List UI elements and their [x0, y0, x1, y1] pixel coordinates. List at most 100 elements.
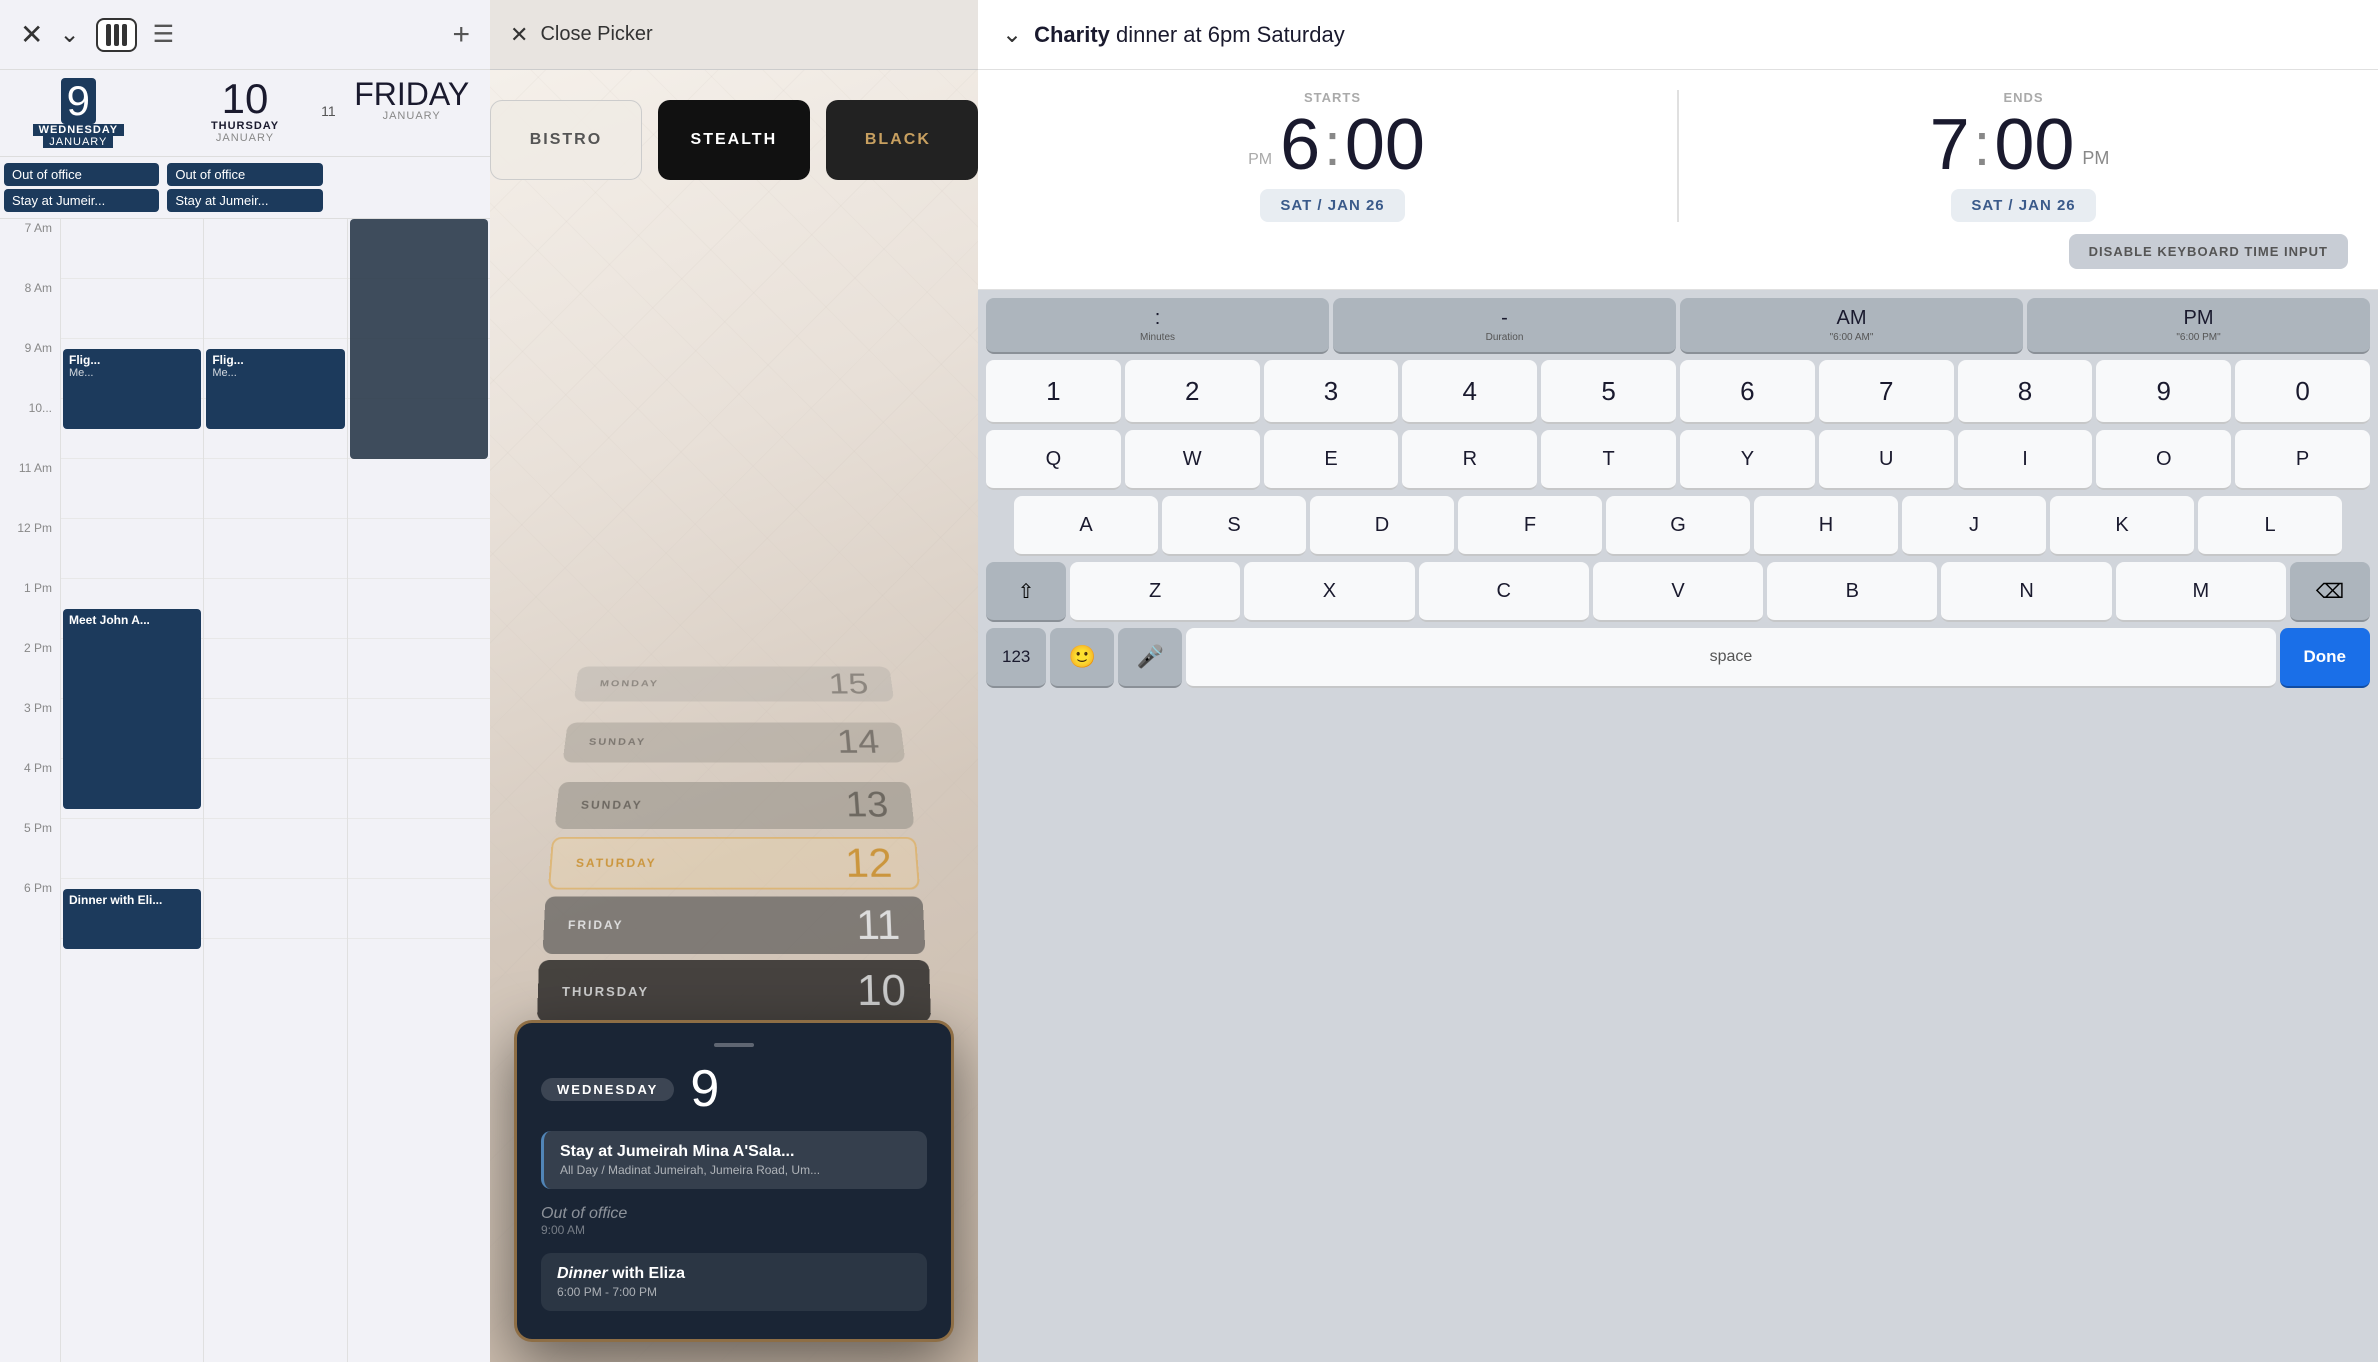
- key-i[interactable]: I: [1958, 430, 2093, 490]
- key-7[interactable]: 7: [1819, 360, 1954, 424]
- wed-day-number: 9: [690, 1063, 719, 1115]
- space-key[interactable]: space: [1186, 628, 2275, 688]
- detail-chevron[interactable]: ⌄: [1002, 20, 1022, 49]
- key-3[interactable]: 3: [1264, 360, 1399, 424]
- flight-event-thu[interactable]: Flig... Me...: [206, 349, 344, 429]
- key-k[interactable]: K: [2050, 496, 2194, 556]
- theme-bistro[interactable]: BISTRO: [490, 100, 642, 180]
- key-dash-main: -: [1501, 307, 1508, 330]
- calendar-toolbar: ✕ ⌄ ☰ +: [0, 0, 490, 70]
- done-key[interactable]: Done: [2280, 628, 2371, 688]
- dinner-event-card[interactable]: Dinner with Eliza 6:00 PM - 7:00 PM: [541, 1253, 927, 1311]
- day-header-wed[interactable]: 9 WEDNESDAY JANUARY: [0, 70, 157, 152]
- key-x[interactable]: X: [1244, 562, 1414, 622]
- key-a[interactable]: A: [1014, 496, 1158, 556]
- key-p[interactable]: P: [2235, 430, 2370, 490]
- event-detail-title: Charity dinner at 6pm Saturday: [1034, 22, 1345, 48]
- key-mic[interactable]: 🎤: [1118, 628, 1182, 688]
- key-u[interactable]: U: [1819, 430, 1954, 490]
- key-y[interactable]: Y: [1680, 430, 1815, 490]
- disable-keyboard-button[interactable]: DISABLE KEYBOARD TIME INPUT: [2069, 234, 2348, 269]
- key-f[interactable]: F: [1458, 496, 1602, 556]
- close-button[interactable]: ✕: [20, 21, 43, 49]
- day-header-thu[interactable]: 10 THURSDAY JANUARY: [167, 70, 324, 152]
- key-j[interactable]: J: [1902, 496, 2046, 556]
- key-s[interactable]: S: [1162, 496, 1306, 556]
- key-o[interactable]: O: [2096, 430, 2231, 490]
- key-r[interactable]: R: [1402, 430, 1537, 490]
- key-b[interactable]: B: [1767, 562, 1937, 622]
- key-9[interactable]: 9: [2096, 360, 2231, 424]
- time-label-6pm: 6 Pm: [0, 879, 60, 939]
- date-tile-14[interactable]: SUNDAY 14: [563, 722, 906, 762]
- ends-date[interactable]: SAT / JAN 26: [1951, 189, 2095, 222]
- event-chip-oof-thu[interactable]: Out of office: [167, 163, 322, 186]
- flight-sub-thu: Me...: [212, 367, 338, 379]
- key-g[interactable]: G: [1606, 496, 1750, 556]
- delete-key[interactable]: ⌫: [2290, 562, 2370, 622]
- event-chip-hotel-thu[interactable]: Stay at Jumeir...: [167, 189, 322, 212]
- ends-time-block[interactable]: ENDS 7 : 00 PM SAT / JAN 26: [1699, 90, 2348, 222]
- key-pm-main: PM: [2184, 307, 2214, 330]
- key-1[interactable]: 1: [986, 360, 1121, 424]
- theme-black[interactable]: BLACK: [826, 100, 978, 180]
- chevron-button[interactable]: ⌄: [59, 20, 79, 49]
- meet-event-wed[interactable]: Meet John A...: [63, 609, 201, 809]
- date-tile-13[interactable]: SUNDAY 13: [554, 782, 914, 829]
- view-toggle-button[interactable]: [96, 18, 137, 52]
- hotel-event-card[interactable]: Stay at Jumeirah Mina A'Sala... All Day …: [541, 1131, 927, 1189]
- starts-date[interactable]: SAT / JAN 26: [1260, 189, 1404, 222]
- key-emoji[interactable]: 🙂: [1050, 628, 1114, 688]
- key-colon[interactable]: : Minutes: [986, 298, 1329, 354]
- event-chip-hotel-wed[interactable]: Stay at Jumeir...: [4, 189, 159, 212]
- key-t[interactable]: T: [1541, 430, 1676, 490]
- key-l[interactable]: L: [2198, 496, 2342, 556]
- starts-ampm-pre: PM: [1248, 151, 1272, 169]
- key-d[interactable]: D: [1310, 496, 1454, 556]
- picker-close-button[interactable]: ✕: [510, 22, 528, 48]
- dinner-event-wed[interactable]: Dinner with Eli...: [63, 889, 201, 949]
- key-z[interactable]: Z: [1070, 562, 1240, 622]
- key-c[interactable]: C: [1419, 562, 1589, 622]
- tile-14-day: SUNDAY: [588, 737, 646, 747]
- shift-key[interactable]: ⇧: [986, 562, 1066, 622]
- hotel-event-sub: All Day / Madinat Jumeirah, Jumeira Road…: [560, 1163, 911, 1177]
- starts-label: STARTS: [1304, 90, 1361, 105]
- theme-stealth[interactable]: STEALTH: [658, 100, 810, 180]
- date-tile-12[interactable]: SATURDAY 12: [548, 837, 920, 890]
- key-n[interactable]: N: [1941, 562, 2111, 622]
- key-m[interactable]: M: [2116, 562, 2286, 622]
- event-detail-header: ⌄ Charity dinner at 6pm Saturday: [978, 0, 2378, 70]
- add-event-button[interactable]: +: [452, 18, 470, 52]
- key-6[interactable]: 6: [1680, 360, 1815, 424]
- key-pm[interactable]: PM "6:00 PM": [2027, 298, 2370, 354]
- key-am[interactable]: AM "6:00 AM": [1680, 298, 2023, 354]
- key-5[interactable]: 5: [1541, 360, 1676, 424]
- disable-keyboard-btn-wrap: DISABLE KEYBOARD TIME INPUT: [1008, 234, 2348, 269]
- key-h[interactable]: H: [1754, 496, 1898, 556]
- key-0[interactable]: 0: [2235, 360, 2370, 424]
- key-2[interactable]: 2: [1125, 360, 1260, 424]
- picker-3d-area[interactable]: BISTRO STEALTH BLACK MONDAY 15 SUNDAY 14…: [490, 70, 978, 1362]
- key-dash[interactable]: - Duration: [1333, 298, 1676, 354]
- day-col-thu: Flig... Me...: [203, 219, 346, 1362]
- key-q[interactable]: Q: [986, 430, 1121, 490]
- key-v[interactable]: V: [1593, 562, 1763, 622]
- date-tile-fri[interactable]: FRIDAY 11: [543, 896, 926, 954]
- date-tile-15[interactable]: MONDAY 15: [574, 667, 894, 702]
- main-date-tile[interactable]: WEDNESDAY 9 Stay at Jumeirah Mina A'Sala…: [514, 1020, 954, 1342]
- day-sep-2: 11: [323, 70, 333, 152]
- flight-event-wed[interactable]: Flig... Me...: [63, 349, 201, 429]
- day-header-fri[interactable]: FRIDAY JANUARY: [333, 70, 490, 152]
- starts-time-block[interactable]: STARTS PM 6 : 00 SAT / JAN 26: [1008, 90, 1657, 222]
- oof-event-card[interactable]: Out of office 9:00 AM: [541, 1197, 927, 1245]
- list-view-button[interactable]: ☰: [153, 20, 175, 49]
- key-w[interactable]: W: [1125, 430, 1260, 490]
- key-123[interactable]: 123: [986, 628, 1046, 688]
- date-tile-thu[interactable]: THURSDAY 10: [537, 960, 931, 1022]
- key-8[interactable]: 8: [1958, 360, 2093, 424]
- event-chip-oof-wed[interactable]: Out of office: [4, 163, 159, 186]
- key-4[interactable]: 4: [1402, 360, 1537, 424]
- key-e[interactable]: E: [1264, 430, 1399, 490]
- key-colon-main: :: [1155, 307, 1161, 330]
